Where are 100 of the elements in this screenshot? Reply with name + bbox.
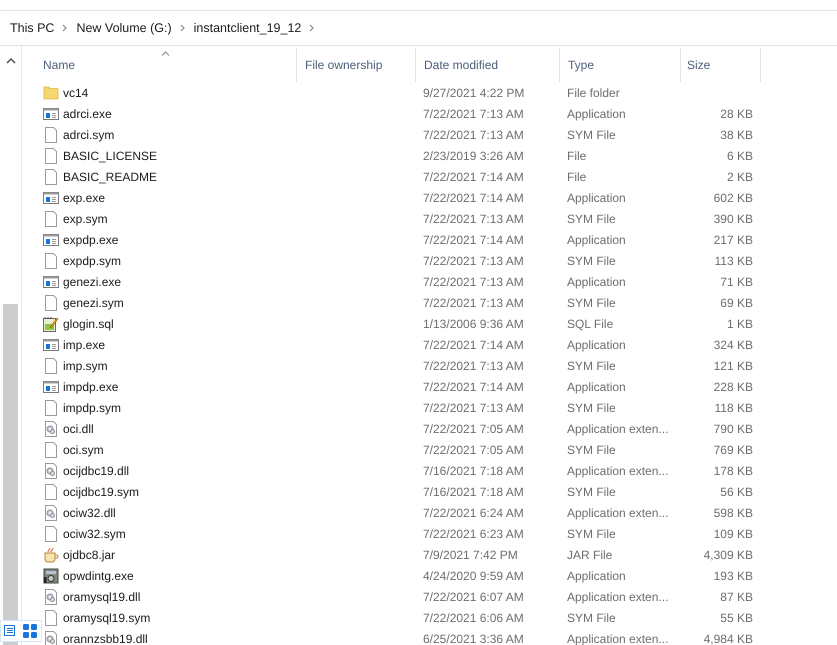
file-name[interactable]: genezi.sym [63,296,124,310]
file-name[interactable]: exp.sym [63,212,108,226]
type-cell-text: SYM File [566,358,617,372]
size-cell-text: 790 KB [712,422,754,436]
type-cell-text: Application [566,106,627,120]
notepad-icon [43,316,59,332]
file-name[interactable]: ocijdbc19.dll [63,464,130,478]
file-name[interactable]: vc14 [63,86,88,100]
date-cell-text: 7/22/2021 7:13 AM [422,400,525,414]
date-cell-text: 7/22/2021 6:23 AM [422,526,525,540]
file-name[interactable]: imp.exe [63,338,106,352]
document-icon [43,252,59,268]
coffee-cup-icon [43,546,59,562]
type-cell-text: SYM File [566,128,617,142]
gear-document-icon [43,420,59,436]
document-icon [43,610,59,626]
file-name[interactable]: impdp.exe [63,380,118,394]
file-name[interactable]: impdp.sym [63,400,122,414]
file-name[interactable]: expdp.sym [63,254,122,268]
type-cell-text: Application exten... [566,632,670,645]
file-name[interactable]: oramysql19.dll [63,590,140,604]
document-icon [43,294,59,310]
file-name[interactable]: ojdbc8.jar [63,548,116,562]
date-cell-text: 7/22/2021 7:14 AM [422,190,525,204]
size-cell-text: 178 KB [712,464,754,478]
column-header[interactable]: Size [681,48,761,82]
date-cell-text: 7/22/2021 7:14 AM [422,338,525,352]
date-cell-text: 7/22/2021 7:13 AM [422,296,525,310]
document-icon [43,126,59,142]
application-icon [43,336,59,352]
grid-icon [22,623,38,639]
file-name[interactable]: oramysql19.sym [63,610,150,624]
file-name[interactable]: adrci.sym [63,128,114,142]
column-header[interactable]: Name [34,48,297,82]
date-cell-text: 7/22/2021 7:13 AM [422,212,525,226]
folder-icon [43,84,59,100]
size-cell-text: 55 KB [719,610,754,624]
file-name[interactable]: oci.dll [63,422,94,436]
type-cell-text: Application [566,568,627,582]
date-cell-text: 9/27/2021 4:22 PM [422,86,526,100]
file-name[interactable]: BASIC_README [63,170,158,184]
breadcrumb-item[interactable]: instantclient_19_12 [194,21,302,35]
size-cell-text: 38 KB [719,128,754,142]
application-icon [43,232,59,248]
type-cell-text: File folder [566,86,621,100]
file-name[interactable]: glogin.sql [63,316,114,330]
file-name[interactable]: ocijdbc19.sym [63,484,140,498]
size-cell-text: 4,984 KB [702,632,754,645]
date-cell-text: 7/22/2021 7:05 AM [422,422,525,436]
type-cell-text: SYM File [566,296,617,310]
column-header[interactable]: Date modified [416,48,560,82]
file-name[interactable]: opwdintg.exe [63,568,134,582]
date-cell-text: 7/22/2021 7:13 AM [422,254,525,268]
date-cell-text: 7/22/2021 7:13 AM [422,358,525,372]
chevron-icon [309,24,316,32]
size-cell-text: 4,309 KB [702,548,754,562]
type-cell-text: Application exten... [566,422,670,436]
type-cell-text: Application [566,190,627,204]
size-cell-text: 193 KB [712,568,754,582]
type-cell-text: File [566,148,588,162]
type-cell-text: SYM File [566,400,617,414]
file-name[interactable]: genezi.exe [63,274,122,288]
file-name[interactable]: oci.sym [63,442,104,456]
breadcrumb-item[interactable]: New Volume (G:) [76,21,172,35]
file-name[interactable]: ociw32.dll [63,506,116,520]
file-name[interactable]: exp.exe [63,190,106,204]
size-cell-text: 56 KB [719,484,754,498]
type-cell-text: Application [566,274,627,288]
size-cell-text: 121 KB [712,358,754,372]
document-icon [43,400,59,416]
date-cell-text: 7/22/2021 7:05 AM [422,442,525,456]
file-name[interactable]: expdp.exe [63,232,118,246]
date-cell-text: 7/22/2021 7:13 AM [422,274,525,288]
type-cell-text: JAR File [566,548,614,562]
column-header[interactable]: Type [560,48,681,82]
date-cell-text: 6/25/2021 3:36 AM [422,632,525,645]
application-icon [43,274,59,290]
file-name[interactable]: orannzsbb19.dll [63,632,148,645]
date-cell-text: 7/16/2021 7:18 AM [422,484,525,498]
type-cell-text: SYM File [566,442,617,456]
date-cell-text: 7/22/2021 7:14 AM [422,170,525,184]
file-name[interactable]: adrci.exe [63,106,112,120]
date-cell-text: 7/22/2021 7:13 AM [422,128,525,142]
size-cell-text: 390 KB [712,212,754,226]
date-cell-text: 4/24/2020 9:59 AM [422,568,525,582]
size-cell-text: 217 KB [712,232,754,246]
file-name[interactable]: BASIC_LICENSE [63,148,158,162]
gear-document-icon [43,588,59,604]
breadcrumb-item[interactable]: This PC [10,21,54,35]
document-icon [43,210,59,226]
column-header[interactable]: File ownership [297,48,416,82]
date-cell-text: 1/13/2006 9:36 AM [422,316,525,330]
file-name[interactable]: imp.sym [63,358,108,372]
type-cell-text: SYM File [566,610,617,624]
sort-icon [161,51,170,56]
file-name[interactable]: ociw32.sym [63,526,126,540]
size-cell-text: 324 KB [712,338,754,352]
scroll-up-icon[interactable] [6,58,16,64]
application-icon [43,106,59,122]
scrollbar-thumb[interactable] [3,304,18,645]
